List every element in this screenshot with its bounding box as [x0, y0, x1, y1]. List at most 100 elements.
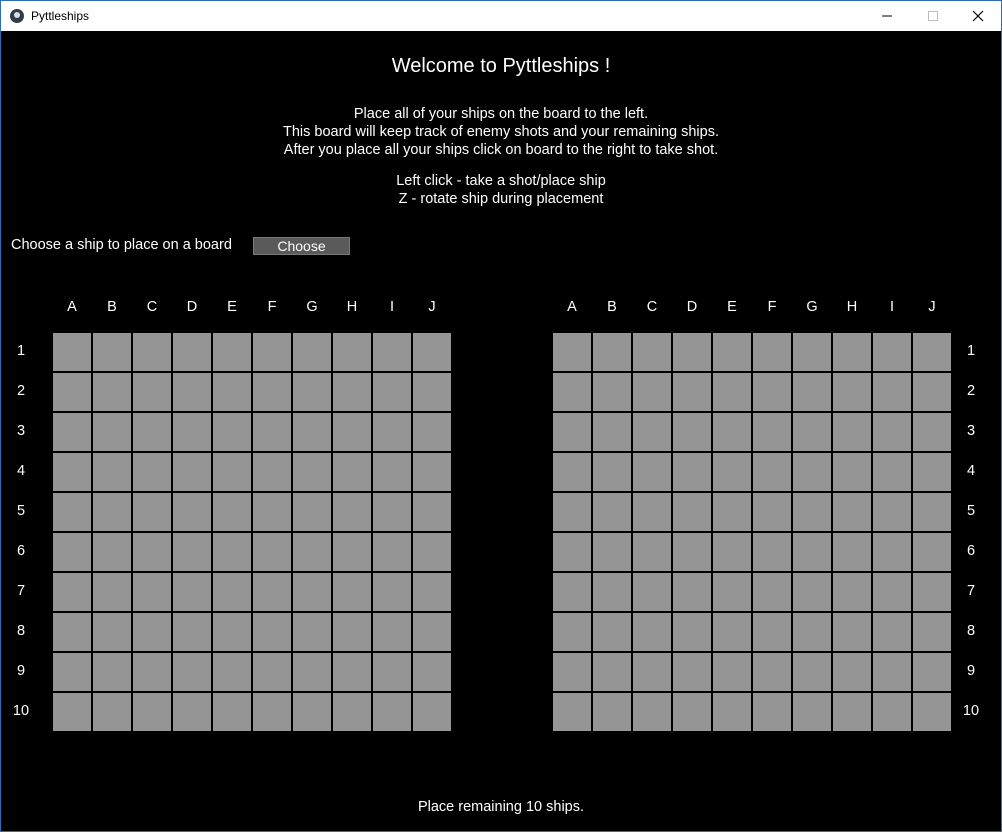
- enemy-cell-J1[interactable]: [913, 333, 951, 371]
- enemy-cell-C5[interactable]: [633, 493, 671, 531]
- player-cell-D4[interactable]: [173, 453, 211, 491]
- player-cell-F1[interactable]: [253, 333, 291, 371]
- enemy-cell-G3[interactable]: [793, 413, 831, 451]
- enemy-cell-C4[interactable]: [633, 453, 671, 491]
- enemy-cell-F10[interactable]: [753, 693, 791, 731]
- player-cell-H7[interactable]: [333, 573, 371, 611]
- player-cell-J1[interactable]: [413, 333, 451, 371]
- choose-ship-button[interactable]: Choose: [253, 237, 350, 255]
- player-cell-H9[interactable]: [333, 653, 371, 691]
- player-cell-C3[interactable]: [133, 413, 171, 451]
- player-cell-G10[interactable]: [293, 693, 331, 731]
- player-cell-B10[interactable]: [93, 693, 131, 731]
- enemy-cell-F6[interactable]: [753, 533, 791, 571]
- player-cell-I10[interactable]: [373, 693, 411, 731]
- player-cell-E6[interactable]: [213, 533, 251, 571]
- enemy-cell-J6[interactable]: [913, 533, 951, 571]
- enemy-cell-A10[interactable]: [553, 693, 591, 731]
- player-cell-C5[interactable]: [133, 493, 171, 531]
- player-cell-E8[interactable]: [213, 613, 251, 651]
- enemy-cell-H2[interactable]: [833, 373, 871, 411]
- enemy-cell-E9[interactable]: [713, 653, 751, 691]
- player-cell-I8[interactable]: [373, 613, 411, 651]
- player-cell-A7[interactable]: [53, 573, 91, 611]
- player-cell-G2[interactable]: [293, 373, 331, 411]
- enemy-cell-G9[interactable]: [793, 653, 831, 691]
- player-cell-H4[interactable]: [333, 453, 371, 491]
- player-cell-G6[interactable]: [293, 533, 331, 571]
- enemy-cell-E10[interactable]: [713, 693, 751, 731]
- player-cell-E1[interactable]: [213, 333, 251, 371]
- enemy-cell-F7[interactable]: [753, 573, 791, 611]
- player-cell-J5[interactable]: [413, 493, 451, 531]
- enemy-cell-G10[interactable]: [793, 693, 831, 731]
- enemy-cell-C2[interactable]: [633, 373, 671, 411]
- enemy-cell-F2[interactable]: [753, 373, 791, 411]
- enemy-cell-J4[interactable]: [913, 453, 951, 491]
- minimize-button[interactable]: [864, 1, 910, 31]
- enemy-cell-G5[interactable]: [793, 493, 831, 531]
- enemy-cell-D2[interactable]: [673, 373, 711, 411]
- enemy-cell-I6[interactable]: [873, 533, 911, 571]
- enemy-cell-H6[interactable]: [833, 533, 871, 571]
- player-cell-I6[interactable]: [373, 533, 411, 571]
- enemy-cell-J7[interactable]: [913, 573, 951, 611]
- enemy-cell-A3[interactable]: [553, 413, 591, 451]
- player-cell-G1[interactable]: [293, 333, 331, 371]
- enemy-cell-H5[interactable]: [833, 493, 871, 531]
- player-cell-F2[interactable]: [253, 373, 291, 411]
- enemy-cell-G8[interactable]: [793, 613, 831, 651]
- enemy-cell-G6[interactable]: [793, 533, 831, 571]
- player-cell-J4[interactable]: [413, 453, 451, 491]
- player-cell-J9[interactable]: [413, 653, 451, 691]
- player-cell-I5[interactable]: [373, 493, 411, 531]
- enemy-cell-G7[interactable]: [793, 573, 831, 611]
- player-cell-J10[interactable]: [413, 693, 451, 731]
- player-cell-A2[interactable]: [53, 373, 91, 411]
- player-cell-I2[interactable]: [373, 373, 411, 411]
- player-cell-H10[interactable]: [333, 693, 371, 731]
- player-cell-D10[interactable]: [173, 693, 211, 731]
- enemy-cell-H1[interactable]: [833, 333, 871, 371]
- enemy-cell-J9[interactable]: [913, 653, 951, 691]
- enemy-cell-D8[interactable]: [673, 613, 711, 651]
- player-cell-G4[interactable]: [293, 453, 331, 491]
- player-cell-J6[interactable]: [413, 533, 451, 571]
- enemy-cell-I1[interactable]: [873, 333, 911, 371]
- player-cell-G3[interactable]: [293, 413, 331, 451]
- enemy-cell-D4[interactable]: [673, 453, 711, 491]
- player-cell-D3[interactable]: [173, 413, 211, 451]
- enemy-cell-J10[interactable]: [913, 693, 951, 731]
- player-cell-E4[interactable]: [213, 453, 251, 491]
- enemy-cell-A9[interactable]: [553, 653, 591, 691]
- enemy-cell-H8[interactable]: [833, 613, 871, 651]
- enemy-cell-D5[interactable]: [673, 493, 711, 531]
- player-cell-F9[interactable]: [253, 653, 291, 691]
- enemy-cell-E2[interactable]: [713, 373, 751, 411]
- enemy-cell-C6[interactable]: [633, 533, 671, 571]
- player-cell-E10[interactable]: [213, 693, 251, 731]
- enemy-cell-C9[interactable]: [633, 653, 671, 691]
- enemy-cell-J3[interactable]: [913, 413, 951, 451]
- player-cell-C10[interactable]: [133, 693, 171, 731]
- player-cell-H8[interactable]: [333, 613, 371, 651]
- player-cell-F7[interactable]: [253, 573, 291, 611]
- enemy-cell-I8[interactable]: [873, 613, 911, 651]
- player-cell-D6[interactable]: [173, 533, 211, 571]
- player-cell-B4[interactable]: [93, 453, 131, 491]
- player-cell-E7[interactable]: [213, 573, 251, 611]
- enemy-cell-A1[interactable]: [553, 333, 591, 371]
- enemy-cell-C10[interactable]: [633, 693, 671, 731]
- player-cell-B2[interactable]: [93, 373, 131, 411]
- enemy-cell-C1[interactable]: [633, 333, 671, 371]
- enemy-cell-G2[interactable]: [793, 373, 831, 411]
- enemy-board[interactable]: [552, 332, 952, 732]
- enemy-cell-D9[interactable]: [673, 653, 711, 691]
- player-cell-B9[interactable]: [93, 653, 131, 691]
- enemy-cell-J8[interactable]: [913, 613, 951, 651]
- enemy-cell-B4[interactable]: [593, 453, 631, 491]
- enemy-cell-E7[interactable]: [713, 573, 751, 611]
- player-cell-J8[interactable]: [413, 613, 451, 651]
- player-cell-B5[interactable]: [93, 493, 131, 531]
- enemy-cell-F5[interactable]: [753, 493, 791, 531]
